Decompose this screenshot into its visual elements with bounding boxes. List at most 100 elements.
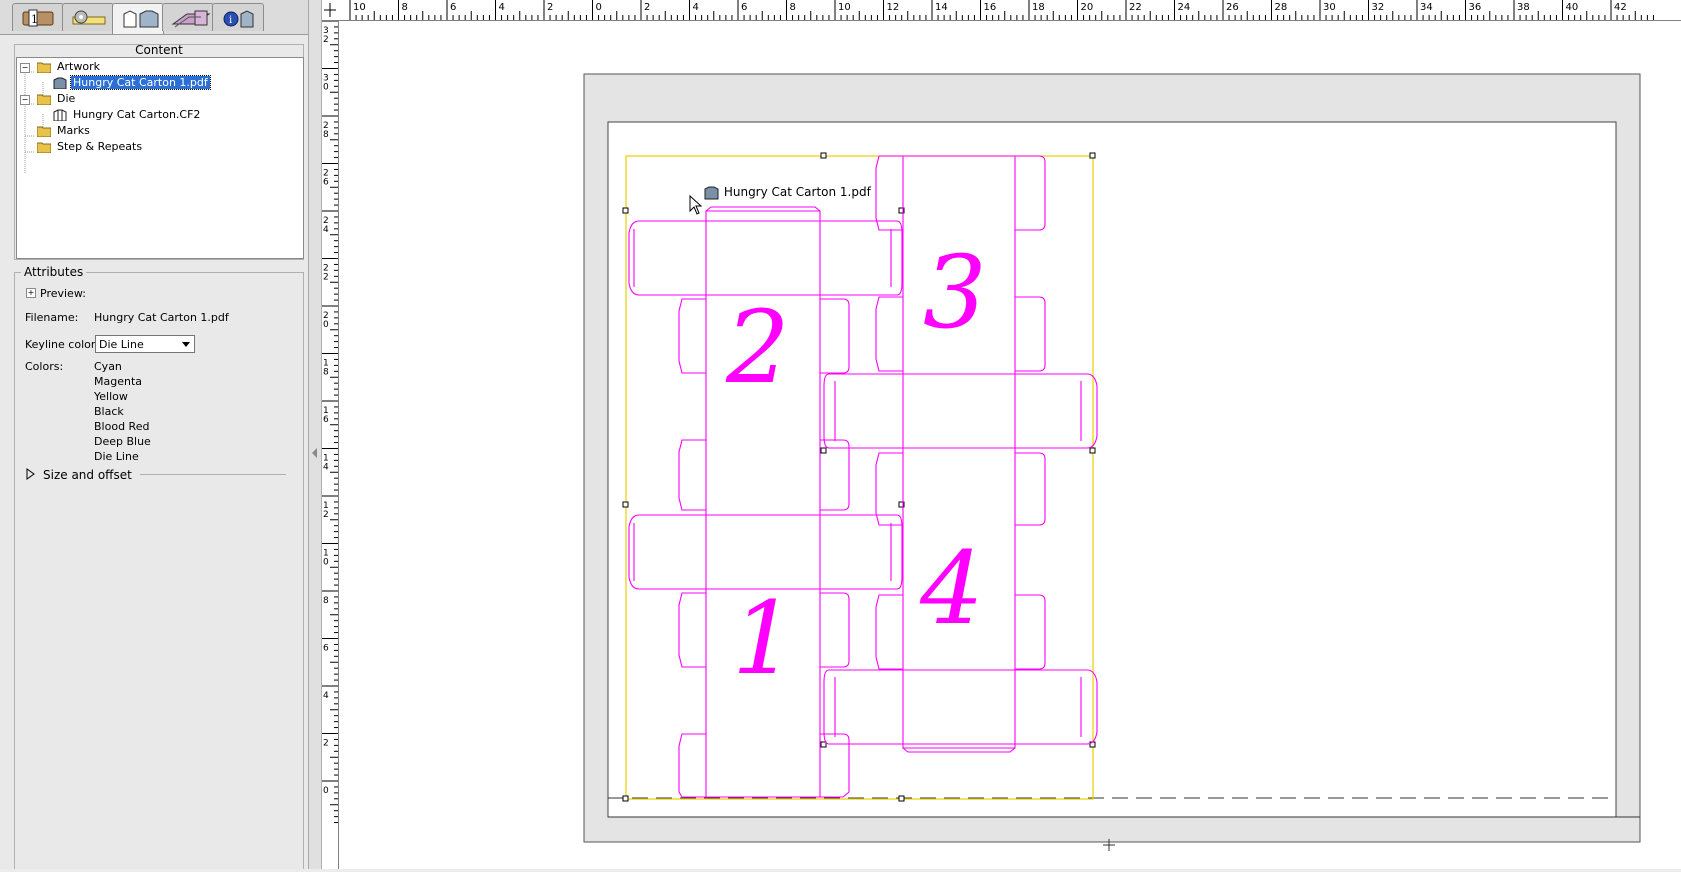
left-panel: 1 i Content − − Artwork Hungry Cat Carto… <box>0 0 309 869</box>
ruler-label: 24 <box>1178 2 1191 13</box>
ruler-label: 2 <box>323 510 329 520</box>
horizontal-ruler[interactable]: 10 8 6 4 2 0 2 4 6 8 10 12 14 16 18 20 22 24 26 28 30 32 34 36 3… <box>338 0 1681 21</box>
svg-text:1: 1 <box>31 13 38 26</box>
color-item: Black <box>94 405 124 418</box>
color-item: Deep Blue <box>94 435 151 448</box>
ruler-label: 2 <box>323 273 329 283</box>
keyline-color-select[interactable]: Die Line <box>95 335 195 353</box>
ruler-label: 2 <box>323 739 329 749</box>
vertical-ruler-ticks: 32302826242220181614121086420 <box>322 20 338 824</box>
artwork-label-text: Hungry Cat Carton 1.pdf <box>723 185 871 199</box>
section-divider <box>140 474 286 475</box>
ruler-label: 10 <box>838 2 851 13</box>
artwork-cartons-icon <box>123 10 159 28</box>
ruler-label: 8 <box>790 2 796 13</box>
ruler-label: 4 <box>323 691 329 701</box>
horizontal-ruler-ticks: 10 8 6 4 2 0 2 4 6 8 10 12 14 16 18 20 22 24 26 28 30 32 34 36 3… <box>349 0 1654 20</box>
ruler-label: 12 <box>887 2 900 13</box>
artwork-label[interactable]: Hungry Cat Carton 1.pdf <box>704 185 871 200</box>
preview-expander[interactable]: + <box>26 288 36 298</box>
color-item: Yellow <box>94 390 128 403</box>
ruler-label: 6 <box>450 2 456 13</box>
die-expander[interactable]: − <box>20 95 30 105</box>
folder-icon <box>37 62 51 73</box>
ruler-label: 0 <box>323 320 329 330</box>
tab-press-sheet[interactable] <box>162 3 214 31</box>
keyline-color-value: Die Line <box>99 338 144 351</box>
ruler-label: 14 <box>935 2 948 13</box>
ruler-label: 8 <box>323 130 329 140</box>
artwork-expander[interactable]: − <box>20 63 30 73</box>
color-item: Magenta <box>94 375 143 388</box>
ruler-label: 2 <box>323 35 329 45</box>
artwork-icon <box>53 77 67 89</box>
panel-splitter[interactable] <box>309 0 322 869</box>
ruler-label: 10 <box>353 2 366 13</box>
crosshair-icon <box>324 3 336 17</box>
color-item: Die Line <box>94 450 139 463</box>
ruler-label: 8 <box>402 2 408 13</box>
ruler-label: 6 <box>323 644 329 654</box>
carton-number-3: 3 <box>923 234 987 351</box>
tab-content[interactable] <box>112 3 164 34</box>
ruler-label: 42 <box>1614 2 1627 13</box>
job-info-icon: 1 <box>22 9 54 27</box>
colors-label: Colors: <box>25 360 64 373</box>
ruler-label: 6 <box>323 415 329 425</box>
ruler-label: 18 <box>1032 2 1045 13</box>
tab-job-info[interactable]: 1 <box>12 3 64 31</box>
mouse-cursor-icon <box>689 195 703 215</box>
tab-info[interactable]: i <box>212 3 264 31</box>
ruler-label: 2 <box>644 2 650 13</box>
ruler-label: 6 <box>741 2 747 13</box>
preview-label: Preview: <box>40 287 86 300</box>
tree-item-step-repeats[interactable]: Step & Repeats <box>37 140 144 154</box>
layout-canvas[interactable]: 2 3 4 1 Hungry Cat Carton 1.pdf <box>339 21 1681 869</box>
carton-number-2: 2 <box>726 289 790 406</box>
folder-icon <box>37 94 51 105</box>
size-offset-section[interactable]: Size and offset <box>43 468 132 482</box>
folder-icon <box>37 126 51 137</box>
carton-number-4: 4 <box>920 530 984 647</box>
press-sheet-icon <box>171 10 211 28</box>
die-icon <box>53 109 67 121</box>
ruler-label: 38 <box>1517 2 1530 13</box>
ruler-label: 28 <box>1275 2 1288 13</box>
ruler-origin[interactable] <box>322 0 339 21</box>
artwork-icon <box>704 186 719 199</box>
keyline-color-label: Keyline color: <box>25 338 99 351</box>
svg-text:i: i <box>229 15 232 26</box>
content-tree: − − Artwork Hungry Cat Carton 1.pdf Die … <box>16 57 304 259</box>
triangle-right-icon[interactable] <box>26 468 36 480</box>
ruler-label: 34 <box>1420 2 1433 13</box>
ruler-label: 4 <box>323 463 329 473</box>
ruler-label: 26 <box>1226 2 1239 13</box>
tree-item-artwork[interactable]: Artwork <box>37 60 102 74</box>
carton-number-1: 1 <box>732 580 796 697</box>
content-title: Content <box>135 43 183 57</box>
ruler-label: 0 <box>596 2 602 13</box>
ruler-label: 40 <box>1566 2 1579 13</box>
ruler-label: 4 <box>323 225 329 235</box>
filename-label: Filename: <box>25 311 79 324</box>
ruler-label: 32 <box>1372 2 1385 13</box>
tree-item-die-file[interactable]: Hungry Cat Carton.CF2 <box>53 108 202 122</box>
ruler-label: 6 <box>323 178 329 188</box>
tree-item-die[interactable]: Die <box>37 92 77 106</box>
filename-value: Hungry Cat Carton 1.pdf <box>94 311 229 324</box>
ruler-label: 30 <box>1323 2 1336 13</box>
tree-item-artwork-file[interactable]: Hungry Cat Carton 1.pdf <box>53 75 211 90</box>
ruler-label: 16 <box>984 2 997 13</box>
tab-marks[interactable] <box>62 3 114 31</box>
collapse-arrow-icon[interactable] <box>312 448 318 458</box>
folder-icon <box>37 142 51 153</box>
ruler-label: 36 <box>1469 2 1482 13</box>
layout-drawing[interactable] <box>339 21 1681 869</box>
ruler-label: 0 <box>323 558 329 568</box>
ruler-label: 0 <box>323 83 329 93</box>
ruler-label: 20 <box>1081 2 1094 13</box>
tab-bar: 1 i <box>0 0 308 35</box>
tree-item-marks[interactable]: Marks <box>37 124 92 138</box>
ruler-label: 8 <box>323 368 329 378</box>
vertical-ruler[interactable]: 32302826242220181614121086420 <box>322 20 339 869</box>
